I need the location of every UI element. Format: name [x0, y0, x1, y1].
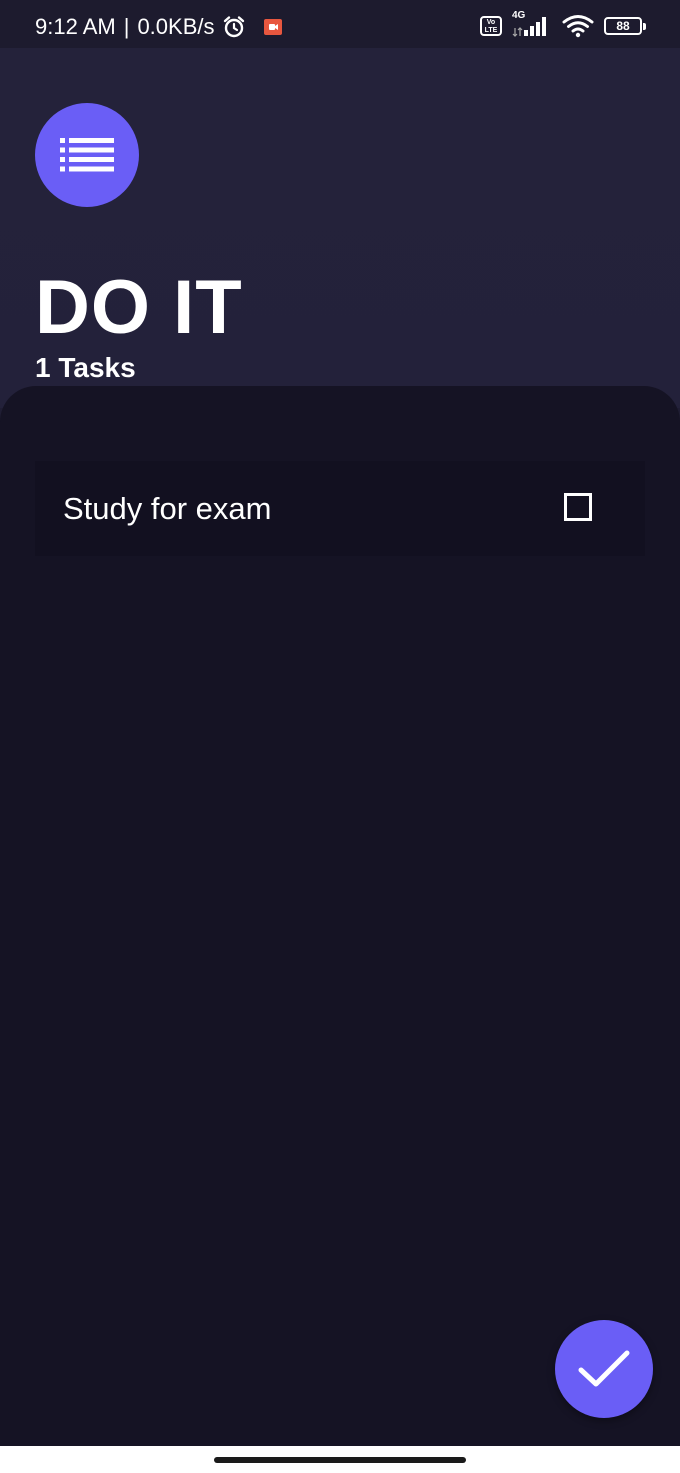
status-network-speed: 0.0KB/s [137, 14, 215, 39]
task-count: 1 Tasks [35, 352, 136, 383]
gesture-handle[interactable] [214, 1457, 466, 1463]
cellular-signal-icon: 4G [512, 10, 552, 38]
status-separator: | [123, 14, 130, 39]
task-item[interactable]: Study for exam [35, 461, 645, 556]
status-left: 9:12 AM | 0.0KB/s [35, 14, 283, 40]
menu-button[interactable] [35, 103, 139, 207]
alarm-clock-icon [222, 15, 246, 39]
wifi-icon [562, 14, 594, 38]
network-type-label: 4G [512, 10, 526, 21]
status-time: 9:12 AM [35, 14, 116, 39]
status-bar: 9:12 AM | 0.0KB/s Vo LTE 4G 88 [0, 0, 680, 48]
task-checkbox[interactable] [564, 493, 592, 521]
page-title: DO IT [35, 265, 243, 350]
complete-fab-button[interactable] [555, 1320, 653, 1418]
check-icon [578, 1349, 630, 1389]
list-icon [60, 138, 114, 172]
task-label: Study for exam [63, 491, 272, 526]
volte-icon: Vo LTE [480, 16, 502, 36]
screen-record-icon [264, 19, 283, 35]
battery-icon: 88 [604, 17, 646, 35]
status-right: Vo LTE 4G 88 [480, 10, 646, 38]
navigation-bar [0, 1446, 680, 1473]
